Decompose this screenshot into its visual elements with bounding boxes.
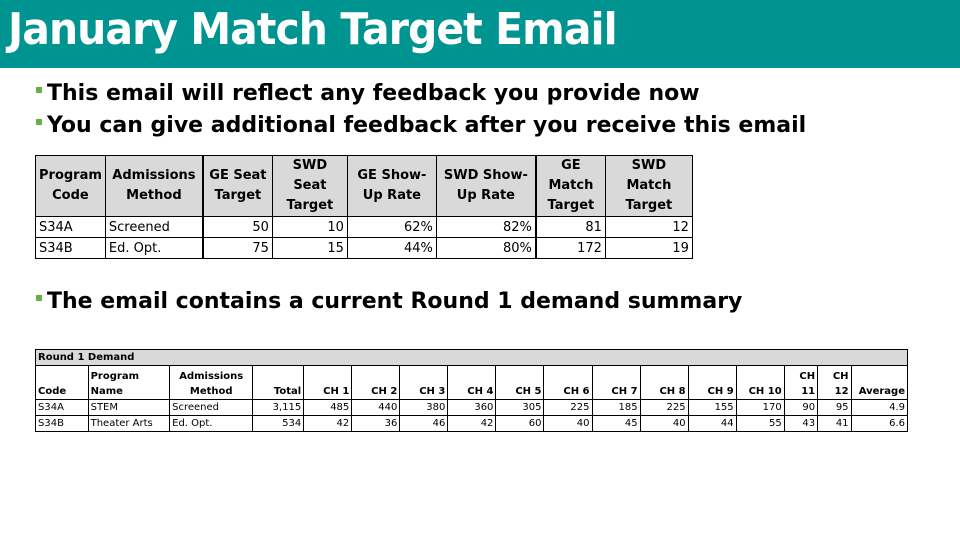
col-header: CH 11 — [783, 365, 819, 400]
cell: 172 — [534, 237, 606, 259]
bullet-square-icon — [36, 87, 42, 93]
col-header: CH 3 — [399, 365, 449, 400]
round1-demand-table: Round 1 Demand Code Program Name Admission… — [35, 349, 909, 432]
cell: 225 — [639, 399, 689, 416]
col-header: Program Name — [87, 365, 171, 400]
col-header: SWD Seat Target — [271, 155, 348, 217]
cell: S34A — [35, 399, 89, 416]
bullet-item: This email will reflect any feedback you… — [36, 81, 700, 106]
col-header: SWD Show-Up Rate — [435, 155, 537, 217]
col-header: CH 9 — [687, 365, 737, 400]
cell: 12 — [604, 216, 693, 238]
cell: 40 — [543, 415, 593, 432]
cell: 305 — [495, 399, 545, 416]
match-target-table: Program Code Admissions Method GE Seat T… — [35, 155, 693, 259]
cell: 81 — [534, 216, 606, 238]
cell: Theater Arts — [87, 415, 171, 432]
col-header: Admissions Method — [104, 155, 204, 217]
bullet-item: The email contains a current Round 1 dem… — [36, 289, 742, 314]
cell: 80% — [435, 237, 537, 259]
cell: 485 — [303, 399, 353, 416]
bullet-text: You can give additional feedback after y… — [47, 113, 807, 138]
cell: Ed. Opt. — [169, 415, 254, 432]
cell: 170 — [735, 399, 785, 416]
cell: Ed. Opt. — [104, 237, 204, 259]
col-header: CH 6 — [543, 365, 593, 400]
table-row: S34B Theater Arts Ed. Opt. 534 42 36 46 42 60 40 4… — [35, 415, 909, 432]
col-header: CH 1 — [303, 365, 353, 400]
cell: 36 — [351, 415, 401, 432]
cell: 82% — [435, 216, 537, 238]
cell: 3,115 — [252, 399, 305, 416]
table-row: S34B Ed. Opt. 75 15 44% 80% 172 19 — [35, 237, 693, 259]
cell: 90 — [783, 399, 819, 416]
cell: 44 — [687, 415, 737, 432]
cell: 42 — [447, 415, 497, 432]
cell: 75 — [201, 237, 273, 259]
table-header-row: Code Program Name Admissions Method Total CH… — [35, 365, 909, 400]
bullet-text: The email contains a current Round 1 dem… — [47, 289, 743, 314]
col-header: CH 12 — [817, 365, 852, 400]
col-header: GE Show-Up Rate — [346, 155, 437, 217]
bullet-text: This email will reflect any feedback you… — [47, 81, 700, 106]
slide-title: January Match Target Email — [8, 4, 618, 55]
col-header: GE Seat Target — [201, 155, 273, 217]
bullet-item: You can give additional feedback after y… — [36, 113, 806, 138]
title-bar: January Match Target Email — [0, 0, 960, 68]
cell: 50 — [201, 216, 273, 238]
cell: S34B — [35, 237, 106, 259]
cell: 40 — [639, 415, 689, 432]
cell: 41 — [817, 415, 852, 432]
cell: Screened — [104, 216, 204, 238]
cell: 62% — [346, 216, 437, 238]
col-header: SWD Match Target — [604, 155, 693, 217]
cell: 440 — [351, 399, 401, 416]
cell: S34B — [35, 415, 89, 432]
cell: 43 — [783, 415, 819, 432]
col-header: CH 5 — [495, 365, 545, 400]
col-header: CH 2 — [351, 365, 401, 400]
cell: STEM — [87, 399, 171, 416]
cell: 44% — [346, 237, 437, 259]
cell: S34A — [35, 216, 106, 238]
cell: 4.9 — [850, 399, 909, 416]
cell: 15 — [271, 237, 348, 259]
bullet-square-icon — [36, 119, 42, 125]
col-header: Admissions Method — [169, 365, 254, 400]
cell: 45 — [591, 415, 641, 432]
cell: 534 — [252, 415, 305, 432]
col-header: Average — [850, 365, 909, 400]
cell: 225 — [543, 399, 593, 416]
cell: 155 — [687, 399, 737, 416]
table-caption-row: Round 1 Demand — [35, 349, 908, 366]
cell: 46 — [399, 415, 449, 432]
cell: Screened — [169, 399, 254, 416]
cell: 42 — [303, 415, 353, 432]
table-header-row: Program Code Admissions Method GE Seat T… — [35, 155, 693, 217]
col-header: GE Match Target — [534, 155, 606, 217]
cell: 55 — [735, 415, 785, 432]
col-header: Code — [35, 365, 89, 400]
cell: 95 — [817, 399, 852, 416]
bullet-square-icon — [36, 295, 42, 301]
cell: 6.6 — [850, 415, 909, 432]
table-row: S34A Screened 50 10 62% 82% 81 12 — [35, 216, 693, 238]
col-header: CH 4 — [447, 365, 497, 400]
cell: 360 — [447, 399, 497, 416]
table-caption: Round 1 Demand — [35, 349, 908, 366]
col-header: CH 7 — [591, 365, 641, 400]
cell: 19 — [604, 237, 693, 259]
cell: 60 — [495, 415, 545, 432]
col-header: Total — [252, 365, 305, 400]
cell: 380 — [399, 399, 449, 416]
cell: 185 — [591, 399, 641, 416]
col-header: Program Code — [35, 155, 106, 217]
col-header: CH 8 — [639, 365, 689, 400]
cell: 10 — [271, 216, 348, 238]
col-header: CH 10 — [735, 365, 785, 400]
table-row: S34A STEM Screened 3,115 485 440 380 360 305 225 1… — [35, 399, 909, 416]
